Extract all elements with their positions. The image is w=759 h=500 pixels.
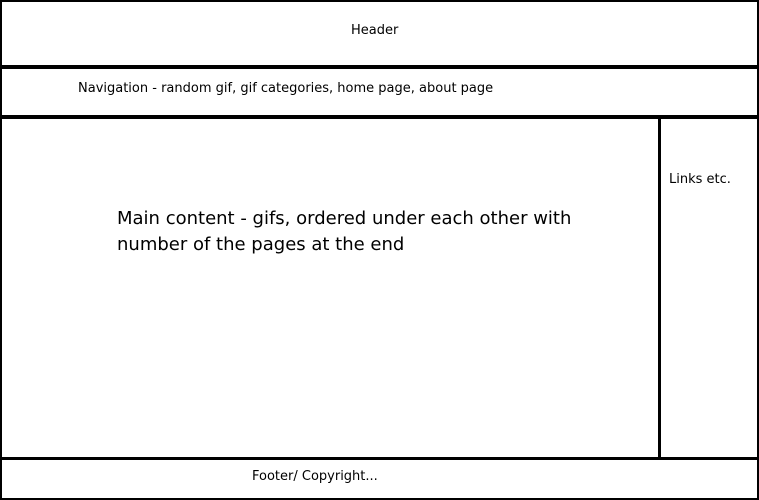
header-region: Header (0, 0, 759, 69)
footer-label: Footer/ Copyright... (252, 469, 378, 484)
navigation-label: Navigation - random gif, gif categories,… (78, 81, 494, 96)
sidebar-label: Links etc. (669, 172, 731, 187)
footer-region: Footer/ Copyright... (0, 457, 759, 500)
header-label: Header (351, 23, 399, 38)
main-content-label: Main content - gifs, ordered under each … (117, 208, 572, 255)
navigation-region: Navigation - random gif, gif categories,… (0, 67, 759, 119)
sidebar-region: Links etc. (659, 117, 759, 460)
main-content-region: Main content - gifs, ordered under each … (0, 117, 661, 460)
